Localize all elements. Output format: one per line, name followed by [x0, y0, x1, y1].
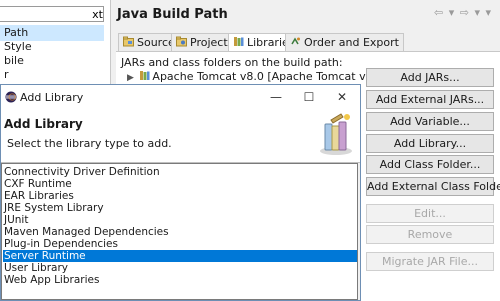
- wizard-description: Select the library type to add.: [7, 137, 172, 150]
- page-title: Java Build Path: [117, 7, 228, 22]
- list-item[interactable]: Connectivity Driver Definition: [3, 166, 357, 178]
- list-item-selected[interactable]: Server Runtime: [3, 250, 357, 262]
- projects-icon: [176, 36, 187, 47]
- add-variable-button[interactable]: Add Variable...: [366, 112, 494, 131]
- list-item[interactable]: JRE System Library: [3, 202, 357, 214]
- dialog-title: Add Library: [20, 91, 84, 104]
- history-nav-arrows[interactable]: ⇦ ▾ ⇨ ▾ ▾: [434, 6, 492, 19]
- minimize-button[interactable]: —: [261, 88, 291, 106]
- add-external-class-folder-button[interactable]: Add External Class Folder...: [366, 177, 500, 196]
- list-item[interactable]: Web App Libraries: [3, 274, 357, 286]
- wizard-header: Add Library Select the library type to a…: [1, 110, 360, 162]
- library-wizard-icon: [320, 113, 352, 155]
- libraries-icon: [234, 37, 244, 46]
- remove-button[interactable]: Remove: [366, 225, 494, 244]
- edit-button[interactable]: Edit...: [366, 204, 494, 223]
- expand-arrow-icon[interactable]: ▶: [127, 73, 134, 83]
- list-item[interactable]: Maven Managed Dependencies: [3, 226, 357, 238]
- filter-input[interactable]: [0, 6, 104, 22]
- library-type-list[interactable]: Connectivity Driver Definition CXF Runti…: [1, 163, 358, 300]
- list-item[interactable]: User Library: [3, 262, 357, 274]
- wizard-heading: Add Library: [4, 117, 83, 131]
- tab-order-and-export[interactable]: Order and Export: [285, 33, 404, 51]
- build-path-tabs: Source Projects Libraries Order and Expo…: [116, 33, 500, 52]
- maximize-button[interactable]: ☐: [294, 88, 324, 106]
- add-library-dialog: Add Library — ☐ ✕ Add Library Select the…: [0, 84, 361, 301]
- add-class-folder-button[interactable]: Add Class Folder...: [366, 155, 494, 174]
- order-export-icon: [291, 37, 300, 45]
- dialog-titlebar[interactable]: Add Library — ☐ ✕: [1, 85, 360, 110]
- list-item[interactable]: EAR Libraries: [3, 190, 357, 202]
- wizard-body: Connectivity Driver Definition CXF Runti…: [1, 163, 360, 300]
- jar-list-item[interactable]: ▶ Apache Tomcat v8.0 [Apache Tomcat v8.0…: [127, 70, 387, 83]
- library-icon: [140, 71, 150, 80]
- tab-label: Projects: [190, 36, 234, 49]
- jar-entry-label: Apache Tomcat v8.0 [Apache Tomcat v8.0]: [152, 70, 388, 83]
- close-button[interactable]: ✕: [327, 88, 357, 106]
- add-external-jars-button[interactable]: Add External JARs...: [366, 90, 494, 109]
- list-item[interactable]: JUnit: [3, 214, 357, 226]
- list-item[interactable]: CXF Runtime: [3, 178, 357, 190]
- nav-item-editor[interactable]: r: [0, 67, 104, 83]
- eclipse-app-icon: [5, 91, 17, 103]
- tab-label: Order and Export: [304, 36, 399, 49]
- tab-label: Source: [137, 36, 175, 49]
- migrate-jar-button[interactable]: Migrate JAR File...: [366, 252, 494, 271]
- source-folder-icon: [123, 36, 134, 47]
- add-library-button[interactable]: Add Library...: [366, 134, 494, 153]
- add-jars-button[interactable]: Add JARs...: [366, 68, 494, 87]
- list-item[interactable]: Plug-in Dependencies: [3, 238, 357, 250]
